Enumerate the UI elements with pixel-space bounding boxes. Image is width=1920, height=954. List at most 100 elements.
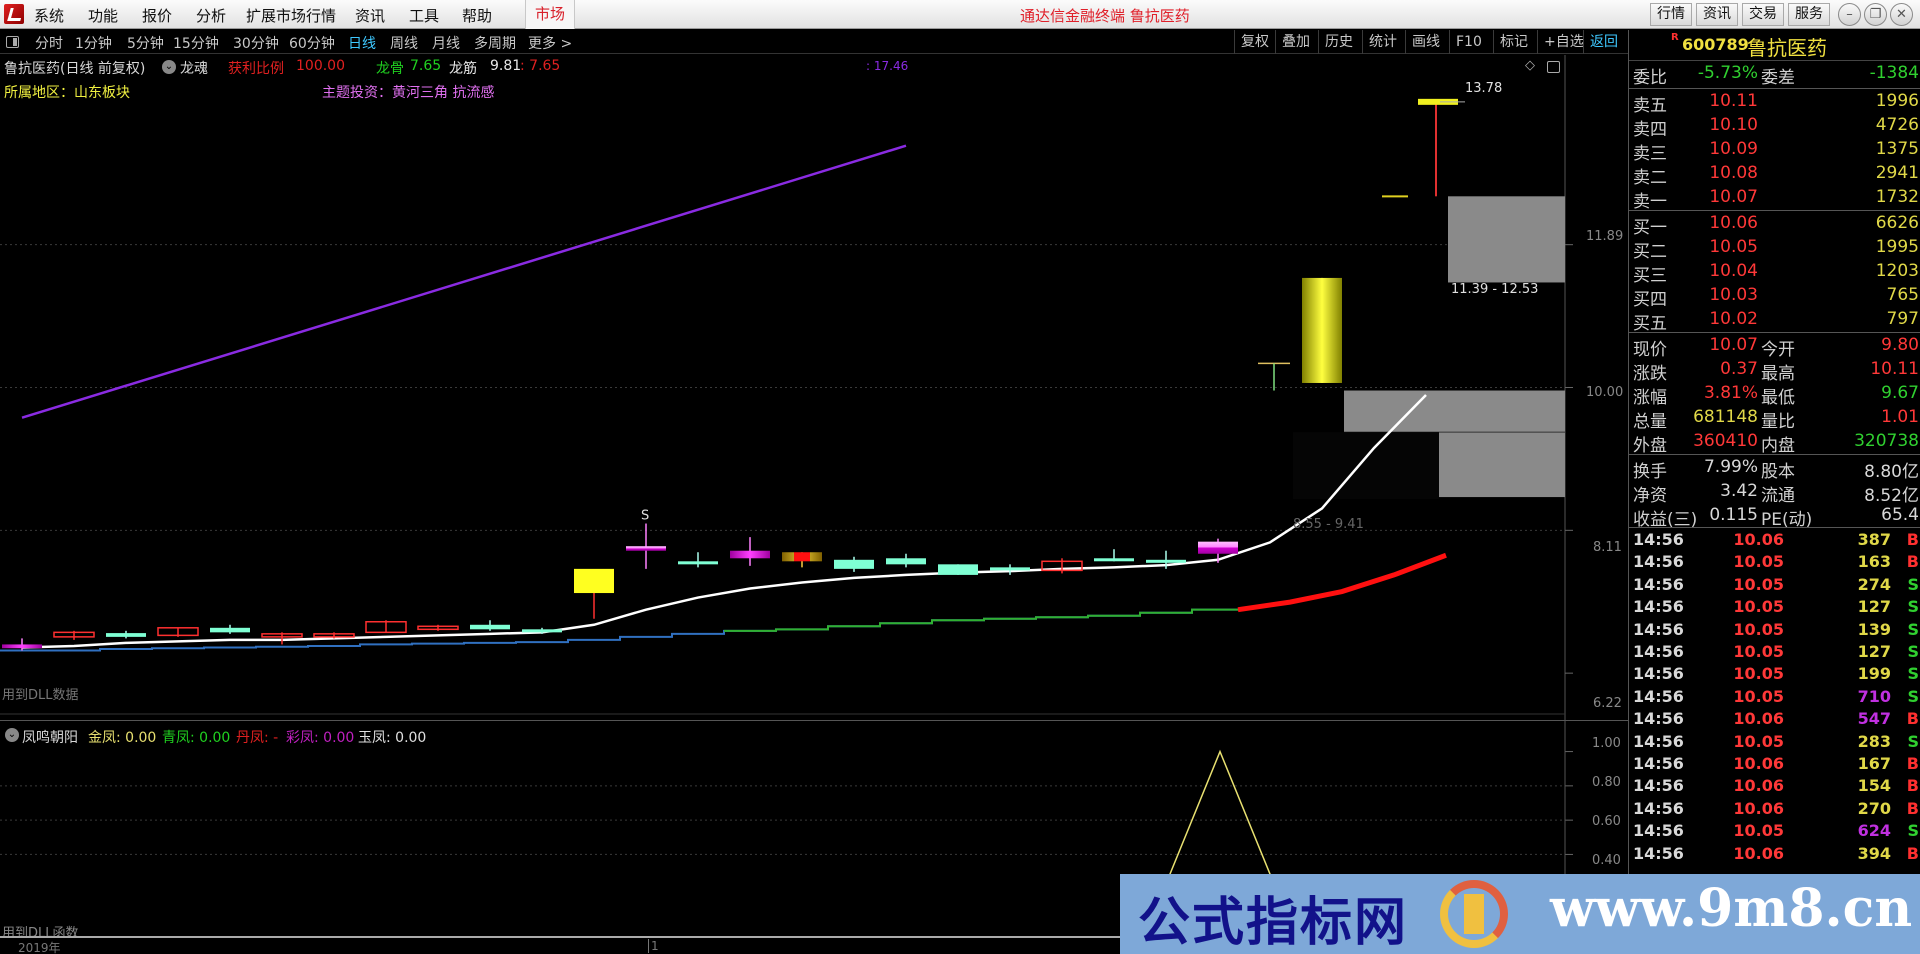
period-weekly[interactable]: 周线: [390, 33, 418, 53]
menu-function[interactable]: 功能: [88, 5, 118, 26]
stat-label: 内盘: [1761, 436, 1795, 456]
divider: [1629, 332, 1920, 333]
ask-volume: 1996: [1875, 91, 1919, 111]
fundamental-label: 净资: [1633, 486, 1667, 506]
y-tick-label: 6.22: [1593, 696, 1622, 711]
period-15min[interactable]: 15分钟: [173, 33, 219, 53]
tooltip-shadow: [1293, 432, 1439, 500]
tick-time: 14:56: [1633, 843, 1684, 863]
tick-side: S: [1907, 574, 1919, 594]
fundamental-label: 换手: [1633, 462, 1667, 482]
menu-extended-market[interactable]: 扩展市场行情: [246, 5, 336, 26]
tick-row: 14:56 10.06 270 B: [1629, 799, 1920, 821]
overlay-button[interactable]: 叠加: [1275, 30, 1316, 54]
fundamental-value: 7.99%: [1703, 457, 1758, 477]
indicator-dropdown-icon[interactable]: ⌄: [5, 728, 19, 742]
tick-row: 14:56 10.05 274 S: [1629, 575, 1920, 597]
tick-volume: 154: [1857, 776, 1891, 796]
menu-help[interactable]: 帮助: [462, 5, 492, 26]
ask-price: 10.08: [1709, 163, 1758, 183]
tick-time: 14:56: [1633, 619, 1684, 639]
tick-volume: 283: [1857, 731, 1891, 751]
ask-row: 卖三 10.09 1375: [1629, 139, 1920, 164]
tick-time: 14:56: [1633, 664, 1684, 684]
stat-label: 今开: [1761, 340, 1795, 360]
tick-row: 14:56 10.06 387 B: [1629, 530, 1920, 552]
menu-market[interactable]: 市场: [525, 0, 575, 29]
mark-button[interactable]: 标记: [1493, 30, 1534, 54]
period-tick[interactable]: 分时: [35, 33, 63, 53]
tick-volume: 199: [1857, 664, 1891, 684]
quotes-button[interactable]: 行情: [1650, 3, 1692, 26]
bid-row: 买五 10.02 797: [1629, 309, 1920, 334]
menu-tools[interactable]: 工具: [409, 5, 439, 26]
menu-news[interactable]: 资讯: [355, 5, 385, 26]
period-daily[interactable]: 日线: [348, 33, 376, 53]
period-5min[interactable]: 5分钟: [127, 33, 164, 53]
bid-volume: 765: [1886, 285, 1919, 305]
tick-row: 14:56 10.05 127 S: [1629, 642, 1920, 664]
history-button[interactable]: 历史: [1318, 30, 1359, 54]
tick-row: 14:56 10.05 139 S: [1629, 620, 1920, 642]
ask-level: 卖五: [1633, 96, 1667, 116]
bid-row: 买四 10.03 765: [1629, 285, 1920, 310]
back-button[interactable]: 返回: [1583, 30, 1624, 54]
ask-level: 卖二: [1633, 168, 1667, 188]
indicator-dropdown-icon[interactable]: ⌄: [162, 60, 176, 74]
candle-body: [678, 561, 718, 565]
candle-body: [522, 629, 562, 633]
restore-icon[interactable]: ❐: [1864, 3, 1887, 26]
y-tick-label: 11.89: [1586, 229, 1624, 244]
period-1min[interactable]: 1分钟: [75, 33, 112, 53]
period-30min[interactable]: 30分钟: [233, 33, 279, 53]
ask-row: 卖四 10.10 4726: [1629, 115, 1920, 140]
bid-row: 买一 10.06 6626: [1629, 213, 1920, 238]
menu-quote[interactable]: 报价: [142, 5, 172, 26]
tick-volume: 127: [1857, 597, 1891, 617]
draw-button[interactable]: 画线: [1405, 30, 1446, 54]
news-button[interactable]: 资讯: [1696, 3, 1738, 26]
service-button[interactable]: 服务: [1788, 3, 1830, 26]
adjust-button[interactable]: 复权: [1234, 30, 1275, 54]
bid-level: 买二: [1633, 242, 1667, 262]
period-multi[interactable]: 多周期: [474, 33, 516, 53]
tick-price: 10.06: [1733, 530, 1784, 549]
stat-value: 0.37: [1720, 359, 1758, 379]
tick-time: 14:56: [1633, 798, 1684, 818]
period-more[interactable]: 更多 >: [528, 33, 572, 53]
menu-system[interactable]: 系统: [34, 5, 64, 26]
tick-side: S: [1907, 821, 1919, 841]
dragon-tendon-label: 龙筋: [449, 61, 477, 77]
minimize-icon[interactable]: –: [1838, 3, 1861, 26]
tick-side: S: [1907, 597, 1919, 617]
period-60min[interactable]: 60分钟: [289, 33, 335, 53]
period-monthly[interactable]: 月线: [432, 33, 460, 53]
expand-panel-icon[interactable]: [1547, 61, 1560, 73]
f10-button[interactable]: F10: [1449, 30, 1488, 54]
main-chart[interactable]: S 鲁抗医药(日线 前复权) ⌄ 龙魂 获利比例 100.00 龙骨 7.65 …: [0, 55, 1628, 720]
stat-label: 涨幅: [1633, 388, 1667, 408]
bid-volume: 797: [1886, 309, 1919, 329]
candle-body: [626, 546, 666, 551]
ind-y-tick: 0.40: [1592, 853, 1621, 868]
red-phoenix-label: 丹凤: -: [236, 730, 279, 746]
ask-price: 10.07: [1709, 187, 1758, 207]
tick-price: 10.05: [1733, 552, 1784, 572]
trade-button[interactable]: 交易: [1742, 3, 1784, 26]
candle-body: [574, 568, 614, 594]
tick-time: 14:56: [1633, 597, 1684, 617]
app-logo-icon[interactable]: [4, 4, 24, 24]
divider: [1629, 88, 1920, 89]
ask-level: 卖四: [1633, 120, 1667, 140]
tick-row: 14:56 10.05 283 S: [1629, 732, 1920, 754]
tick-volume: 624: [1857, 821, 1891, 841]
tick-row: 14:56 10.06 547 B: [1629, 709, 1920, 731]
diamond-icon[interactable]: ◇: [1525, 58, 1535, 73]
panel-toggle-icon[interactable]: [6, 36, 19, 48]
stats-button[interactable]: 统计: [1362, 30, 1403, 54]
tick-price: 10.06: [1733, 798, 1784, 818]
close-icon[interactable]: ✕: [1890, 3, 1913, 26]
menu-analysis[interactable]: 分析: [196, 5, 226, 26]
add-watchlist-button[interactable]: +自选: [1537, 30, 1590, 54]
candle-body: [106, 633, 146, 637]
